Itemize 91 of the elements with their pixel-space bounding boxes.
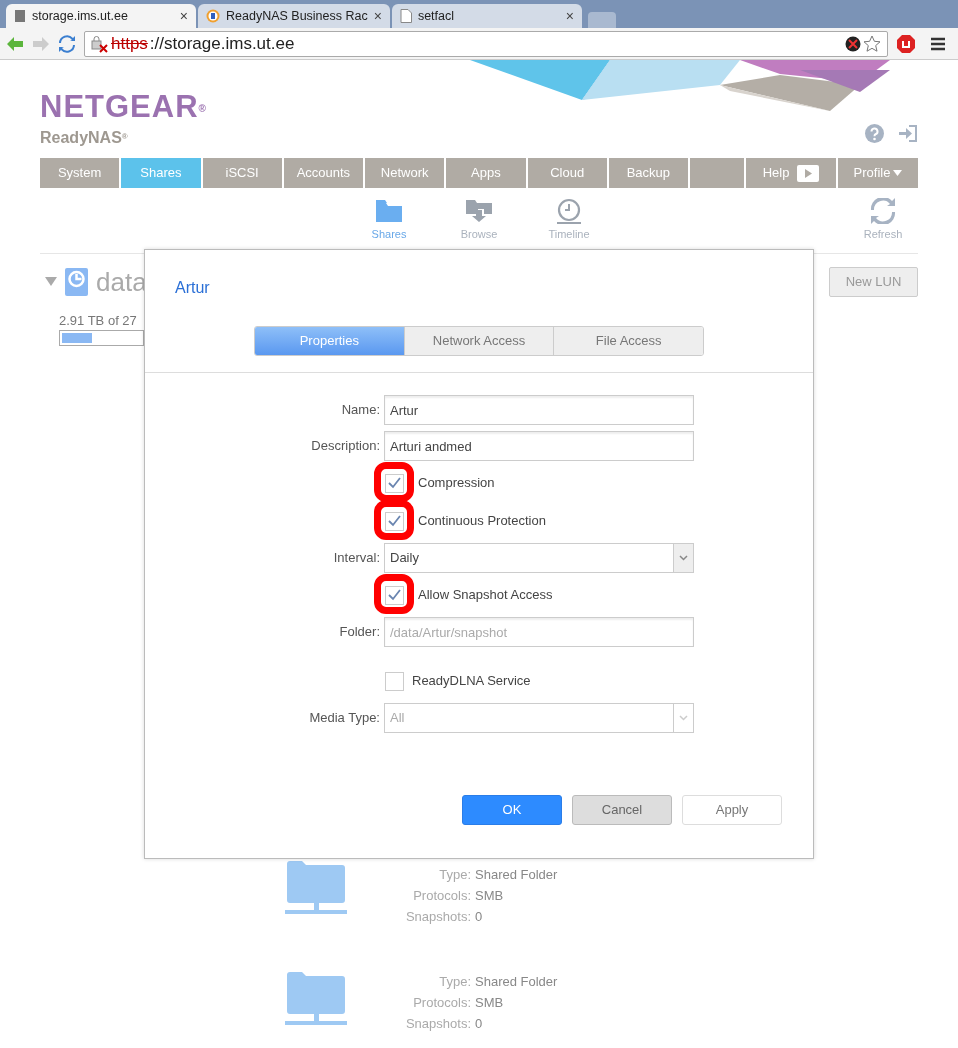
field-label: Protocols: — [412, 887, 471, 905]
insecure-lock-icon — [91, 34, 109, 53]
field-value: Shared Folder — [475, 973, 558, 991]
app-icon — [206, 9, 220, 23]
refresh-icon — [870, 198, 896, 224]
field-label: Name: — [340, 401, 381, 420]
play-icon — [797, 164, 820, 182]
close-button[interactable]: × — [565, 9, 574, 23]
timeline-tab[interactable]: Timeline — [539, 198, 599, 243]
field-value: SMB — [475, 887, 504, 905]
page-icon — [14, 9, 26, 23]
text-field[interactable]: Arturi andmed — [384, 431, 694, 461]
field-label: Snapshots: — [404, 1015, 471, 1033]
field-label: Protocols: — [412, 994, 471, 1012]
folder-download-icon — [465, 198, 493, 224]
url-scheme: https — [111, 32, 148, 55]
network-folder-icon — [285, 971, 347, 1027]
product-name: ReadyNAS$^{®}$ — [40, 128, 129, 148]
browse-tab[interactable]: Browse — [449, 198, 509, 243]
checkbox-label: ReadyDLNA Service — [412, 672, 531, 691]
field-label: Interval: — [332, 549, 381, 568]
ok-button[interactable]: OK — [462, 795, 562, 825]
folder-tab[interactable]: Shares — [359, 198, 419, 243]
refresh-button[interactable]: Refresh — [853, 198, 913, 243]
help-icon[interactable] — [865, 124, 884, 143]
logout-icon[interactable] — [898, 124, 918, 143]
browser-tab[interactable]: setfacl × — [391, 4, 582, 28]
document-icon — [399, 9, 412, 23]
reload-icon[interactable] — [58, 34, 76, 53]
help-button[interactable]: Help — [746, 158, 836, 188]
chevron-icon — [679, 555, 688, 561]
checkbox[interactable] — [385, 585, 404, 605]
check-icon — [388, 477, 401, 489]
checkbox-label: Continuous Protection — [418, 512, 546, 531]
menu-icon[interactable] — [930, 36, 946, 51]
field-label: Type: — [438, 973, 471, 991]
stop-icon[interactable] — [896, 33, 916, 54]
dialog-tab[interactable]: Network Access — [403, 327, 554, 355]
field-value: Shared Folder — [475, 866, 558, 884]
check-icon — [388, 589, 401, 601]
nav-tab[interactable]: Shares — [121, 158, 201, 188]
url-text: ://storage.ims.ut.ee — [149, 32, 296, 55]
field-label: Media Type: — [308, 709, 381, 728]
dropdown[interactable]: Daily — [384, 543, 694, 573]
nav-tab[interactable]: Apps — [446, 158, 526, 188]
checkbox[interactable] — [385, 473, 404, 493]
star-icon[interactable] — [863, 34, 881, 53]
profile-menu[interactable]: Profile — [838, 158, 918, 188]
address-bar[interactable]: https://storage.ims.ut.ee — [84, 30, 888, 57]
text-field[interactable]: Artur — [384, 395, 694, 425]
chevron-icon — [679, 715, 688, 721]
nav-tab[interactable]: iSCSI — [202, 158, 282, 188]
close-button[interactable]: × — [179, 9, 188, 23]
volume-name: data — [96, 268, 147, 295]
caret-icon — [893, 170, 903, 176]
dialog-tab[interactable]: Properties — [255, 327, 404, 355]
collapse-arrow-icon[interactable] — [45, 276, 57, 287]
folder-icon — [375, 198, 403, 224]
usage-text: 2.91 TB of 27 — [59, 311, 138, 330]
checkbox[interactable] — [385, 511, 404, 531]
field-label: Type: — [438, 866, 471, 884]
checkbox[interactable] — [385, 671, 404, 691]
browser-tab[interactable]: ReadyNAS Business Rac × — [198, 4, 390, 28]
close-button[interactable]: × — [373, 9, 382, 23]
field-label: Folder: — [338, 623, 381, 642]
new-lun-button[interactable]: New LUN — [829, 266, 918, 297]
field-label: Snapshots: — [404, 908, 471, 926]
browser-tab[interactable]: storage.ims.ut.ee × — [6, 4, 196, 28]
volume-icon — [65, 267, 88, 296]
usage-fill — [62, 333, 92, 343]
nav-tab[interactable]: Backup — [608, 158, 688, 188]
dialog-tab[interactable]: File Access — [553, 327, 703, 355]
logo: NETGEAR$^{®}$ — [40, 91, 207, 122]
nav-tab[interactable]: Cloud — [527, 158, 607, 188]
field-label: Description: — [310, 437, 381, 456]
clock-icon — [555, 198, 583, 224]
field-value: 0 — [475, 908, 483, 926]
nav-tab[interactable]: System — [40, 158, 120, 188]
network-folder-icon — [285, 860, 347, 916]
field-value: SMB — [475, 994, 504, 1012]
field-value: 0 — [475, 1015, 483, 1033]
blocked-icon[interactable] — [845, 35, 861, 52]
cancel-button[interactable]: Cancel — [572, 795, 672, 825]
dialog-title: Artur — [174, 278, 211, 298]
nav-tab[interactable]: Network — [365, 158, 445, 188]
nav-tab[interactable]: Accounts — [283, 158, 363, 188]
checkbox-label: Allow Snapshot Access — [418, 586, 553, 605]
back-icon[interactable] — [6, 35, 24, 52]
checkbox-label: Compression — [418, 474, 495, 493]
apply-button[interactable]: Apply — [682, 795, 782, 825]
check-icon — [388, 515, 401, 527]
